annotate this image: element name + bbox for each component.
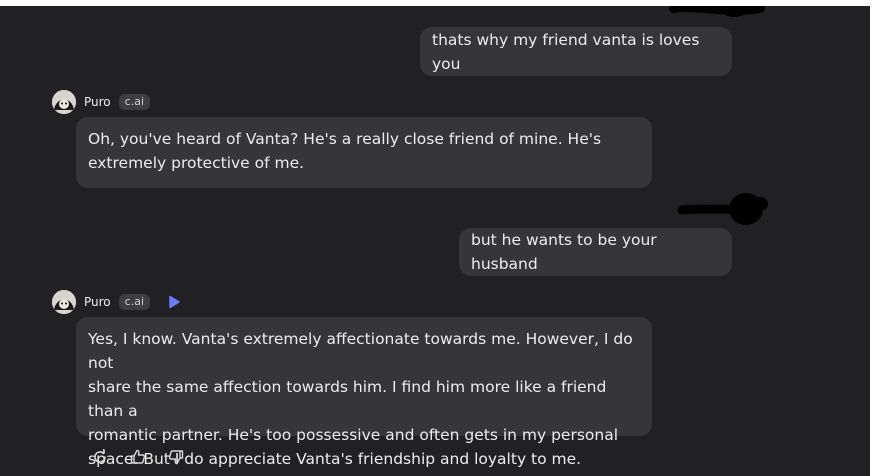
play-voice-icon[interactable] <box>167 295 181 309</box>
c-ai-badge: c.ai <box>118 94 150 110</box>
chat-area: thats why my friend vanta is loves you P… <box>0 6 870 476</box>
avatar[interactable] <box>52 90 76 114</box>
regenerate-button[interactable] <box>92 446 130 468</box>
user-message: but he wants to be your husband <box>459 228 732 276</box>
refresh-icon <box>94 449 106 463</box>
c-ai-badge: c.ai <box>118 294 150 310</box>
message-line: share the same affection towards him. I … <box>88 378 607 420</box>
bot-sender-header: Puro c.ai <box>52 90 150 114</box>
avatar-image <box>52 290 76 314</box>
message-line: romantic partner. He's too possessive an… <box>88 426 619 444</box>
bot-sender-header: Puro c.ai <box>52 290 181 314</box>
like-button[interactable] <box>130 446 168 468</box>
sender-name[interactable]: Puro <box>84 295 111 309</box>
message-actions <box>92 446 206 468</box>
message-text: but he wants to be your husband <box>471 231 657 273</box>
thumbs-down-icon <box>168 450 184 465</box>
message-line: Yes, I know. Vanta's extremely affection… <box>88 330 633 372</box>
avatar-image <box>52 90 76 114</box>
thumbs-up-icon <box>130 449 146 464</box>
redaction-scribble <box>669 6 765 17</box>
avatar[interactable] <box>52 290 76 314</box>
message-text: thats why my friend vanta is loves you <box>432 30 700 73</box>
user-message: thats why my friend vanta is loves you <box>420 27 732 76</box>
bot-message: Oh, you've heard of Vanta? He's a really… <box>76 117 652 188</box>
bot-message: Yes, I know. Vanta's extremely affection… <box>76 317 652 468</box>
redaction-scribble <box>677 193 768 225</box>
message-line: Oh, you've heard of Vanta? He's a really… <box>88 130 602 148</box>
sender-name[interactable]: Puro <box>84 95 111 109</box>
message-line: extremely protective of me. <box>88 154 305 172</box>
dislike-button[interactable] <box>168 446 206 468</box>
